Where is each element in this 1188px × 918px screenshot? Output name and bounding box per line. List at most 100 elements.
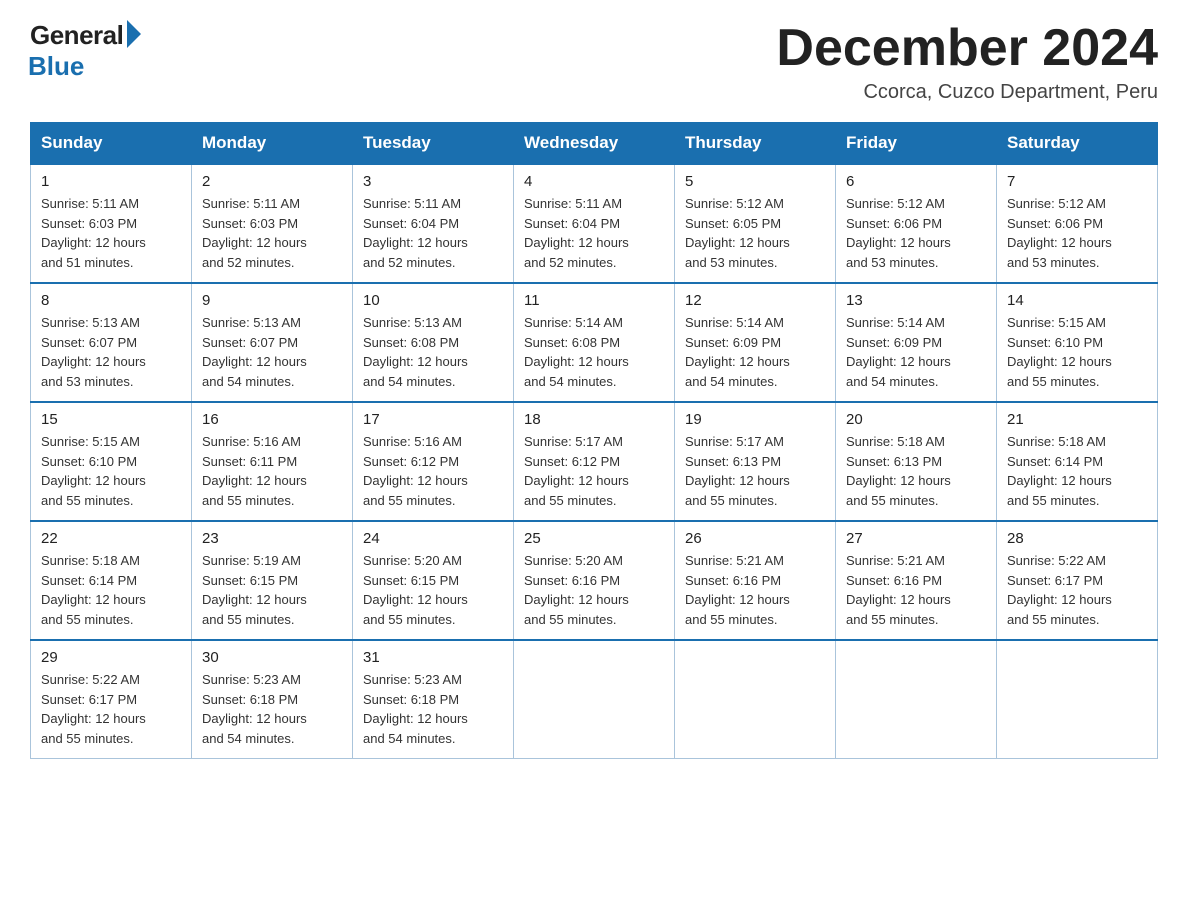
calendar-cell: 17 Sunrise: 5:16 AMSunset: 6:12 PMDayligh… bbox=[353, 402, 514, 521]
day-number: 6 bbox=[846, 173, 986, 190]
day-number: 13 bbox=[846, 292, 986, 309]
calendar-cell: 20 Sunrise: 5:18 AMSunset: 6:13 PMDayligh… bbox=[836, 402, 997, 521]
calendar-cell: 7 Sunrise: 5:12 AMSunset: 6:06 PMDaylight… bbox=[997, 164, 1158, 283]
day-number: 21 bbox=[1007, 411, 1147, 428]
day-number: 25 bbox=[524, 530, 664, 547]
calendar-table: SundayMondayTuesdayWednesdayThursdayFrid… bbox=[30, 122, 1158, 759]
day-info: Sunrise: 5:23 AMSunset: 6:18 PMDaylight:… bbox=[202, 670, 342, 748]
day-info: Sunrise: 5:18 AMSunset: 6:13 PMDaylight:… bbox=[846, 432, 986, 510]
calendar-cell: 3 Sunrise: 5:11 AMSunset: 6:04 PMDaylight… bbox=[353, 164, 514, 283]
day-info: Sunrise: 5:12 AMSunset: 6:05 PMDaylight:… bbox=[685, 194, 825, 272]
day-info: Sunrise: 5:16 AMSunset: 6:11 PMDaylight:… bbox=[202, 432, 342, 510]
calendar-cell bbox=[997, 640, 1158, 759]
day-number: 11 bbox=[524, 292, 664, 309]
day-info: Sunrise: 5:15 AMSunset: 6:10 PMDaylight:… bbox=[41, 432, 181, 510]
week-row-4: 22Sunrise: 5:18 AMSunset: 6:14 PMDayligh… bbox=[31, 521, 1158, 640]
calendar-cell: 15Sunrise: 5:15 AMSunset: 6:10 PMDayligh… bbox=[31, 402, 192, 521]
day-info: Sunrise: 5:13 AMSunset: 6:07 PMDaylight:… bbox=[202, 313, 342, 391]
calendar-cell: 18 Sunrise: 5:17 AMSunset: 6:12 PMDayligh… bbox=[514, 402, 675, 521]
day-info: Sunrise: 5:15 AMSunset: 6:10 PMDaylight:… bbox=[1007, 313, 1147, 391]
day-number: 24 bbox=[363, 530, 503, 547]
day-number: 7 bbox=[1007, 173, 1147, 190]
calendar-cell: 11 Sunrise: 5:14 AMSunset: 6:08 PMDayligh… bbox=[514, 283, 675, 402]
day-info: Sunrise: 5:23 AMSunset: 6:18 PMDaylight:… bbox=[363, 670, 503, 748]
day-info: Sunrise: 5:14 AMSunset: 6:09 PMDaylight:… bbox=[846, 313, 986, 391]
calendar-cell: 14Sunrise: 5:15 AMSunset: 6:10 PMDayligh… bbox=[997, 283, 1158, 402]
logo-blue-text: Blue bbox=[28, 51, 84, 82]
day-info: Sunrise: 5:22 AMSunset: 6:17 PMDaylight:… bbox=[41, 670, 181, 748]
calendar-cell bbox=[675, 640, 836, 759]
calendar-cell: 5 Sunrise: 5:12 AMSunset: 6:05 PMDaylight… bbox=[675, 164, 836, 283]
calendar-cell: 13 Sunrise: 5:14 AMSunset: 6:09 PMDayligh… bbox=[836, 283, 997, 402]
week-row-3: 15Sunrise: 5:15 AMSunset: 6:10 PMDayligh… bbox=[31, 402, 1158, 521]
day-info: Sunrise: 5:20 AMSunset: 6:16 PMDaylight:… bbox=[524, 551, 664, 629]
col-header-wednesday: Wednesday bbox=[514, 123, 675, 165]
calendar-cell: 23Sunrise: 5:19 AMSunset: 6:15 PMDayligh… bbox=[192, 521, 353, 640]
day-number: 20 bbox=[846, 411, 986, 428]
calendar-cell: 9 Sunrise: 5:13 AMSunset: 6:07 PMDaylight… bbox=[192, 283, 353, 402]
day-number: 12 bbox=[685, 292, 825, 309]
week-row-5: 29 Sunrise: 5:22 AMSunset: 6:17 PMDayligh… bbox=[31, 640, 1158, 759]
calendar-cell: 31 Sunrise: 5:23 AMSunset: 6:18 PMDayligh… bbox=[353, 640, 514, 759]
day-number: 22 bbox=[41, 530, 181, 547]
location-subtitle: Ccorca, Cuzco Department, Peru bbox=[776, 81, 1158, 104]
calendar-header-row: SundayMondayTuesdayWednesdayThursdayFrid… bbox=[31, 123, 1158, 165]
col-header-sunday: Sunday bbox=[31, 123, 192, 165]
day-info: Sunrise: 5:17 AMSunset: 6:12 PMDaylight:… bbox=[524, 432, 664, 510]
calendar-cell: 6 Sunrise: 5:12 AMSunset: 6:06 PMDaylight… bbox=[836, 164, 997, 283]
month-year-title: December 2024 bbox=[776, 20, 1158, 77]
calendar-cell: 21 Sunrise: 5:18 AMSunset: 6:14 PMDayligh… bbox=[997, 402, 1158, 521]
day-number: 8 bbox=[41, 292, 181, 309]
day-info: Sunrise: 5:16 AMSunset: 6:12 PMDaylight:… bbox=[363, 432, 503, 510]
day-info: Sunrise: 5:20 AMSunset: 6:15 PMDaylight:… bbox=[363, 551, 503, 629]
col-header-saturday: Saturday bbox=[997, 123, 1158, 165]
day-number: 3 bbox=[363, 173, 503, 190]
col-header-friday: Friday bbox=[836, 123, 997, 165]
day-info: Sunrise: 5:11 AMSunset: 6:04 PMDaylight:… bbox=[524, 194, 664, 272]
calendar-cell: 12 Sunrise: 5:14 AMSunset: 6:09 PMDayligh… bbox=[675, 283, 836, 402]
calendar-cell: 1Sunrise: 5:11 AMSunset: 6:03 PMDaylight… bbox=[31, 164, 192, 283]
col-header-monday: Monday bbox=[192, 123, 353, 165]
day-info: Sunrise: 5:11 AMSunset: 6:03 PMDaylight:… bbox=[41, 194, 181, 272]
day-number: 10 bbox=[363, 292, 503, 309]
calendar-cell: 28Sunrise: 5:22 AMSunset: 6:17 PMDayligh… bbox=[997, 521, 1158, 640]
day-number: 18 bbox=[524, 411, 664, 428]
day-info: Sunrise: 5:13 AMSunset: 6:08 PMDaylight:… bbox=[363, 313, 503, 391]
logo: General Blue bbox=[30, 20, 141, 82]
day-number: 29 bbox=[41, 649, 181, 666]
day-info: Sunrise: 5:11 AMSunset: 6:04 PMDaylight:… bbox=[363, 194, 503, 272]
calendar-cell bbox=[514, 640, 675, 759]
title-area: December 2024 Ccorca, Cuzco Department, … bbox=[776, 20, 1158, 104]
day-info: Sunrise: 5:12 AMSunset: 6:06 PMDaylight:… bbox=[1007, 194, 1147, 272]
day-number: 9 bbox=[202, 292, 342, 309]
day-info: Sunrise: 5:17 AMSunset: 6:13 PMDaylight:… bbox=[685, 432, 825, 510]
page-header: General Blue December 2024 Ccorca, Cuzco… bbox=[30, 20, 1158, 104]
calendar-cell: 27Sunrise: 5:21 AMSunset: 6:16 PMDayligh… bbox=[836, 521, 997, 640]
calendar-cell: 30Sunrise: 5:23 AMSunset: 6:18 PMDayligh… bbox=[192, 640, 353, 759]
calendar-cell: 4 Sunrise: 5:11 AMSunset: 6:04 PMDaylight… bbox=[514, 164, 675, 283]
day-number: 17 bbox=[363, 411, 503, 428]
day-info: Sunrise: 5:14 AMSunset: 6:08 PMDaylight:… bbox=[524, 313, 664, 391]
calendar-cell: 22Sunrise: 5:18 AMSunset: 6:14 PMDayligh… bbox=[31, 521, 192, 640]
col-header-thursday: Thursday bbox=[675, 123, 836, 165]
day-number: 31 bbox=[363, 649, 503, 666]
day-info: Sunrise: 5:21 AMSunset: 6:16 PMDaylight:… bbox=[685, 551, 825, 629]
calendar-cell: 8 Sunrise: 5:13 AMSunset: 6:07 PMDaylight… bbox=[31, 283, 192, 402]
day-number: 16 bbox=[202, 411, 342, 428]
day-number: 26 bbox=[685, 530, 825, 547]
day-info: Sunrise: 5:14 AMSunset: 6:09 PMDaylight:… bbox=[685, 313, 825, 391]
calendar-cell: 19Sunrise: 5:17 AMSunset: 6:13 PMDayligh… bbox=[675, 402, 836, 521]
calendar-cell: 10 Sunrise: 5:13 AMSunset: 6:08 PMDayligh… bbox=[353, 283, 514, 402]
week-row-2: 8 Sunrise: 5:13 AMSunset: 6:07 PMDaylight… bbox=[31, 283, 1158, 402]
day-number: 5 bbox=[685, 173, 825, 190]
calendar-cell: 26 Sunrise: 5:21 AMSunset: 6:16 PMDayligh… bbox=[675, 521, 836, 640]
calendar-cell: 2Sunrise: 5:11 AMSunset: 6:03 PMDaylight… bbox=[192, 164, 353, 283]
week-row-1: 1Sunrise: 5:11 AMSunset: 6:03 PMDaylight… bbox=[31, 164, 1158, 283]
day-number: 4 bbox=[524, 173, 664, 190]
day-info: Sunrise: 5:18 AMSunset: 6:14 PMDaylight:… bbox=[1007, 432, 1147, 510]
day-info: Sunrise: 5:12 AMSunset: 6:06 PMDaylight:… bbox=[846, 194, 986, 272]
logo-general-text: General bbox=[30, 20, 123, 51]
col-header-tuesday: Tuesday bbox=[353, 123, 514, 165]
day-info: Sunrise: 5:13 AMSunset: 6:07 PMDaylight:… bbox=[41, 313, 181, 391]
logo-triangle-icon bbox=[127, 20, 141, 48]
